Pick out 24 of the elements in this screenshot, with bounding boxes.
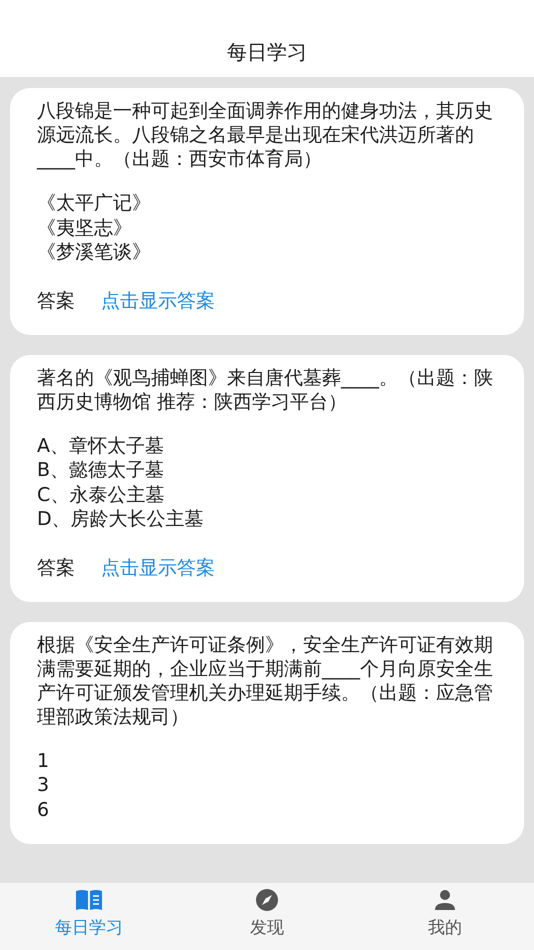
answer-option: D、房龄大长公主墓	[37, 507, 204, 532]
question-text: 根据《安全生产许可证条例》，安全生产许可证有效期满需要延期的，企业应当于期满前____个月向原安全生产许可证颁发管理机关办理延期手续。（出题：应急管理部政策法规司）	[37, 632, 494, 728]
answer-option: C、永泰公主墓	[37, 482, 164, 507]
answer-option: 《夷坚志》	[37, 216, 132, 240]
question-text: 著名的《观鸟捕蝉图》来自唐代墓葬____。（出题：陕西历史博物馆 推荐：陕西学习平台）	[37, 366, 494, 414]
question-text: 八段锦是一种可起到全面调养作用的健身功法，其历史源远流长。八段锦之名最早是出现在宋代洪迈所著的____中。（出题：西安市体育局）	[37, 99, 494, 171]
answer-option: A、章怀太子墓	[37, 434, 164, 458]
page-title: 每日学习	[227, 39, 307, 66]
answer-option: 《梦溪笔谈》	[37, 240, 151, 264]
show-answer-link[interactable]: 点击显示答案	[101, 556, 215, 580]
answer-option: 3	[37, 773, 50, 798]
book-icon	[75, 888, 103, 912]
nav-tab[interactable]: 发现	[178, 883, 356, 950]
answer-option: B、懿德太子墓	[37, 458, 164, 482]
compass-icon	[255, 888, 279, 912]
show-answer-link[interactable]: 点击显示答案	[101, 288, 215, 312]
answer-option: 1	[37, 748, 50, 773]
nav-tab[interactable]: 每日学习	[0, 883, 178, 950]
answer-option: 《太平广记》	[37, 191, 151, 216]
answer-label: 答案	[37, 288, 75, 312]
answer-option: 6	[37, 798, 50, 822]
answer-label: 答案	[37, 556, 75, 580]
person-icon	[433, 888, 457, 912]
nav-tab[interactable]: 我的	[356, 883, 534, 950]
